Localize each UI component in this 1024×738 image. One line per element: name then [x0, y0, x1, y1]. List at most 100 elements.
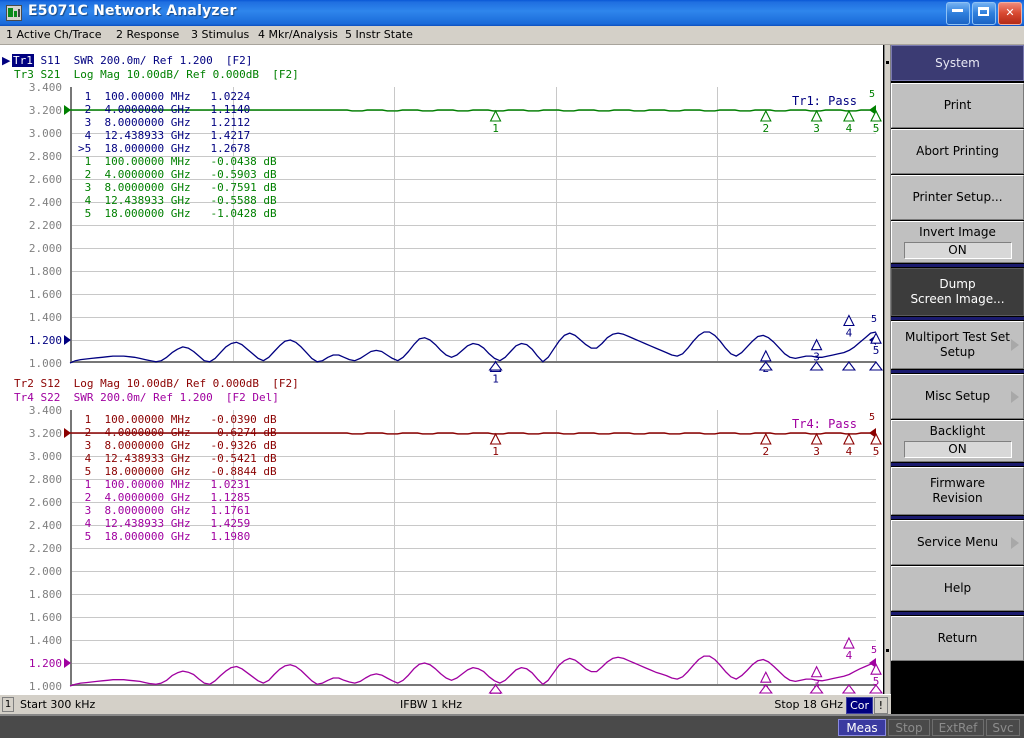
softkey-state-value[interactable]: ON [904, 242, 1012, 259]
softkey-divider [891, 370, 1024, 373]
edge-marker-number: 5 [869, 412, 875, 423]
softkey-menu-title: System [891, 45, 1024, 81]
menu-bar: 1 Active Ch/Trace 2 Response 3 Stimulus 4 M… [0, 26, 1024, 45]
trace-line-swr [70, 656, 876, 686]
softkey-backlight[interactable]: BacklightON [891, 420, 1024, 462]
marker-3[interactable]: 3 [812, 111, 822, 135]
softkey-print[interactable]: Print [891, 83, 1024, 128]
scrollbar-thumb[interactable] [885, 47, 890, 692]
softkey-firmware[interactable]: FirmwareRevision [891, 467, 1024, 515]
marker-4[interactable]: 4 [844, 316, 854, 340]
marker-5[interactable]: 5 [871, 333, 881, 357]
menu-item-5[interactable]: 5 Instr State [345, 28, 413, 41]
taskbar-meas-button[interactable]: Meas [838, 719, 886, 736]
svg-text:4: 4 [846, 122, 853, 135]
correction-badge[interactable]: Cor [846, 697, 873, 714]
svg-text:4: 4 [846, 445, 853, 458]
softkey-label: Multiport Test Set [905, 330, 1010, 345]
marker-1[interactable]: 1 [491, 434, 501, 458]
marker-table-top: 1 100.00000 MHz 1.0224 2 4.0000000 GHz 1… [78, 90, 277, 220]
softkey-label: Firmware [930, 476, 985, 491]
marker-axis-pointer[interactable] [843, 362, 855, 370]
marker-1[interactable]: 1 [491, 111, 501, 135]
marker-4[interactable]: 4 [844, 434, 854, 458]
edge-marker-number: 5 [869, 89, 875, 100]
marker-2[interactable]: 2 [761, 111, 771, 135]
marker-row: 1 100.00000 MHz -0.0390 dB [78, 413, 277, 426]
channel-indicator[interactable]: 1 [2, 697, 14, 712]
minimize-button[interactable] [946, 2, 970, 25]
chevron-right-icon [1011, 339, 1019, 351]
softkey-misc-setup[interactable]: Misc Setup [891, 374, 1024, 419]
softkey-label: Print [944, 98, 972, 113]
start-frequency[interactable]: Start 300 kHz [20, 698, 95, 711]
menu-item-4[interactable]: 4 Mkr/Analysis [258, 28, 338, 41]
softkey-label: Revision [932, 491, 982, 506]
softkey-invert-image[interactable]: Invert ImageON [891, 221, 1024, 263]
menu-item-3[interactable]: 3 Stimulus [191, 28, 249, 41]
status-bar: 1 Start 300 kHz IFBW 1 kHz Stop 18 GHz C… [0, 694, 891, 714]
marker-row: 2 4.0000000 GHz -0.6274 dB [78, 426, 277, 439]
marker-2[interactable]: 2 [761, 434, 771, 458]
taskbar-extref-button[interactable]: ExtRef [932, 719, 984, 736]
marker-row: 5 18.000000 GHz -0.8844 dB [78, 465, 277, 478]
marker-5[interactable]: 5 [871, 111, 881, 135]
softkey-label: Misc Setup [925, 389, 990, 404]
svg-text:2: 2 [763, 445, 770, 458]
softkey-divider [891, 317, 1024, 320]
marker-axis-pointer[interactable] [490, 362, 502, 370]
softkey-abort-printing[interactable]: Abort Printing [891, 129, 1024, 174]
svg-text:5: 5 [873, 445, 880, 458]
softkey-state-value[interactable]: ON [904, 441, 1012, 458]
softkey-label: Return [938, 631, 978, 646]
softkey-panel: System Print Abort Printing Printer Setup.… [891, 45, 1024, 694]
analyzer-icon [6, 5, 22, 21]
softkey-label: Abort Printing [916, 144, 999, 159]
svg-text:1: 1 [492, 445, 499, 458]
marker-row: >5 18.000000 GHz 1.2678 [78, 142, 277, 155]
marker-5[interactable]: 5 [871, 434, 881, 458]
softkey-label: Printer Setup... [912, 190, 1002, 205]
marker-4[interactable]: 4 [844, 638, 854, 662]
measurement-screen: ▶ Tr1 S11 SWR 200.0m/ Ref 1.200 [F2] Tr3… [0, 45, 1024, 694]
trace-line-swr [70, 332, 876, 363]
menu-item-2[interactable]: 2 Response [116, 28, 179, 41]
softkey-printer-setup[interactable]: Printer Setup... [891, 175, 1024, 220]
menu-item-1[interactable]: 1 Active Ch/Trace [6, 28, 102, 41]
alert-badge[interactable]: ! [874, 697, 888, 714]
window-controls: ✕ [946, 2, 1022, 25]
marker-4[interactable]: 4 [844, 111, 854, 135]
marker-row: 5 18.000000 GHz 1.1980 [78, 530, 277, 543]
close-icon[interactable]: ✕ [998, 2, 1022, 25]
softkey-label: Dump [939, 277, 975, 292]
pass-label-top: Tr1: Pass [792, 94, 857, 108]
softkey-divider [891, 463, 1024, 466]
marker-row: 3 8.0000000 GHz -0.9326 dB [78, 439, 277, 452]
marker-axis-pointer[interactable] [843, 685, 855, 693]
screen-scrollbar[interactable] [884, 45, 891, 694]
ifbw-value[interactable]: IFBW 1 kHz [400, 698, 462, 711]
marker-axis-pointer[interactable] [870, 362, 882, 370]
marker-row: 4 12.438933 GHz 1.4259 [78, 517, 277, 530]
restore-button[interactable] [972, 2, 996, 25]
softkey-service-menu[interactable]: Service Menu [891, 520, 1024, 565]
softkey-return[interactable]: Return [891, 616, 1024, 661]
marker-table-bottom: 1 100.00000 MHz -0.0390 dB 2 4.0000000 G… [78, 413, 277, 543]
taskbar-stop-button[interactable]: Stop [888, 719, 930, 736]
marker-row: 3 8.0000000 GHz -0.7591 dB [78, 181, 277, 194]
marker-3[interactable]: 3 [812, 340, 822, 364]
window-title: E5071C Network Analyzer [28, 3, 237, 19]
softkey-label: Help [944, 581, 971, 596]
marker-axis-pointer[interactable] [490, 685, 502, 693]
softkey-multiport-test-set[interactable]: Multiport Test SetSetup [891, 321, 1024, 369]
softkey-label: Screen Image... [910, 292, 1004, 307]
channel-top: ▶ Tr1 S11 SWR 200.0m/ Ref 1.200 [F2] Tr3… [0, 45, 884, 373]
taskbar-svc-button[interactable]: Svc [986, 719, 1020, 736]
softkey-dump[interactable]: DumpScreen Image... [891, 268, 1024, 316]
stop-frequency[interactable]: Stop 18 GHz [774, 698, 843, 711]
softkey-help[interactable]: Help [891, 566, 1024, 611]
marker-row: 5 18.000000 GHz -1.0428 dB [78, 207, 277, 220]
marker-3[interactable]: 3 [812, 434, 822, 458]
marker-row: 1 100.00000 MHz 1.0224 [78, 90, 277, 103]
marker-row: 4 12.438933 GHz -0.5588 dB [78, 194, 277, 207]
